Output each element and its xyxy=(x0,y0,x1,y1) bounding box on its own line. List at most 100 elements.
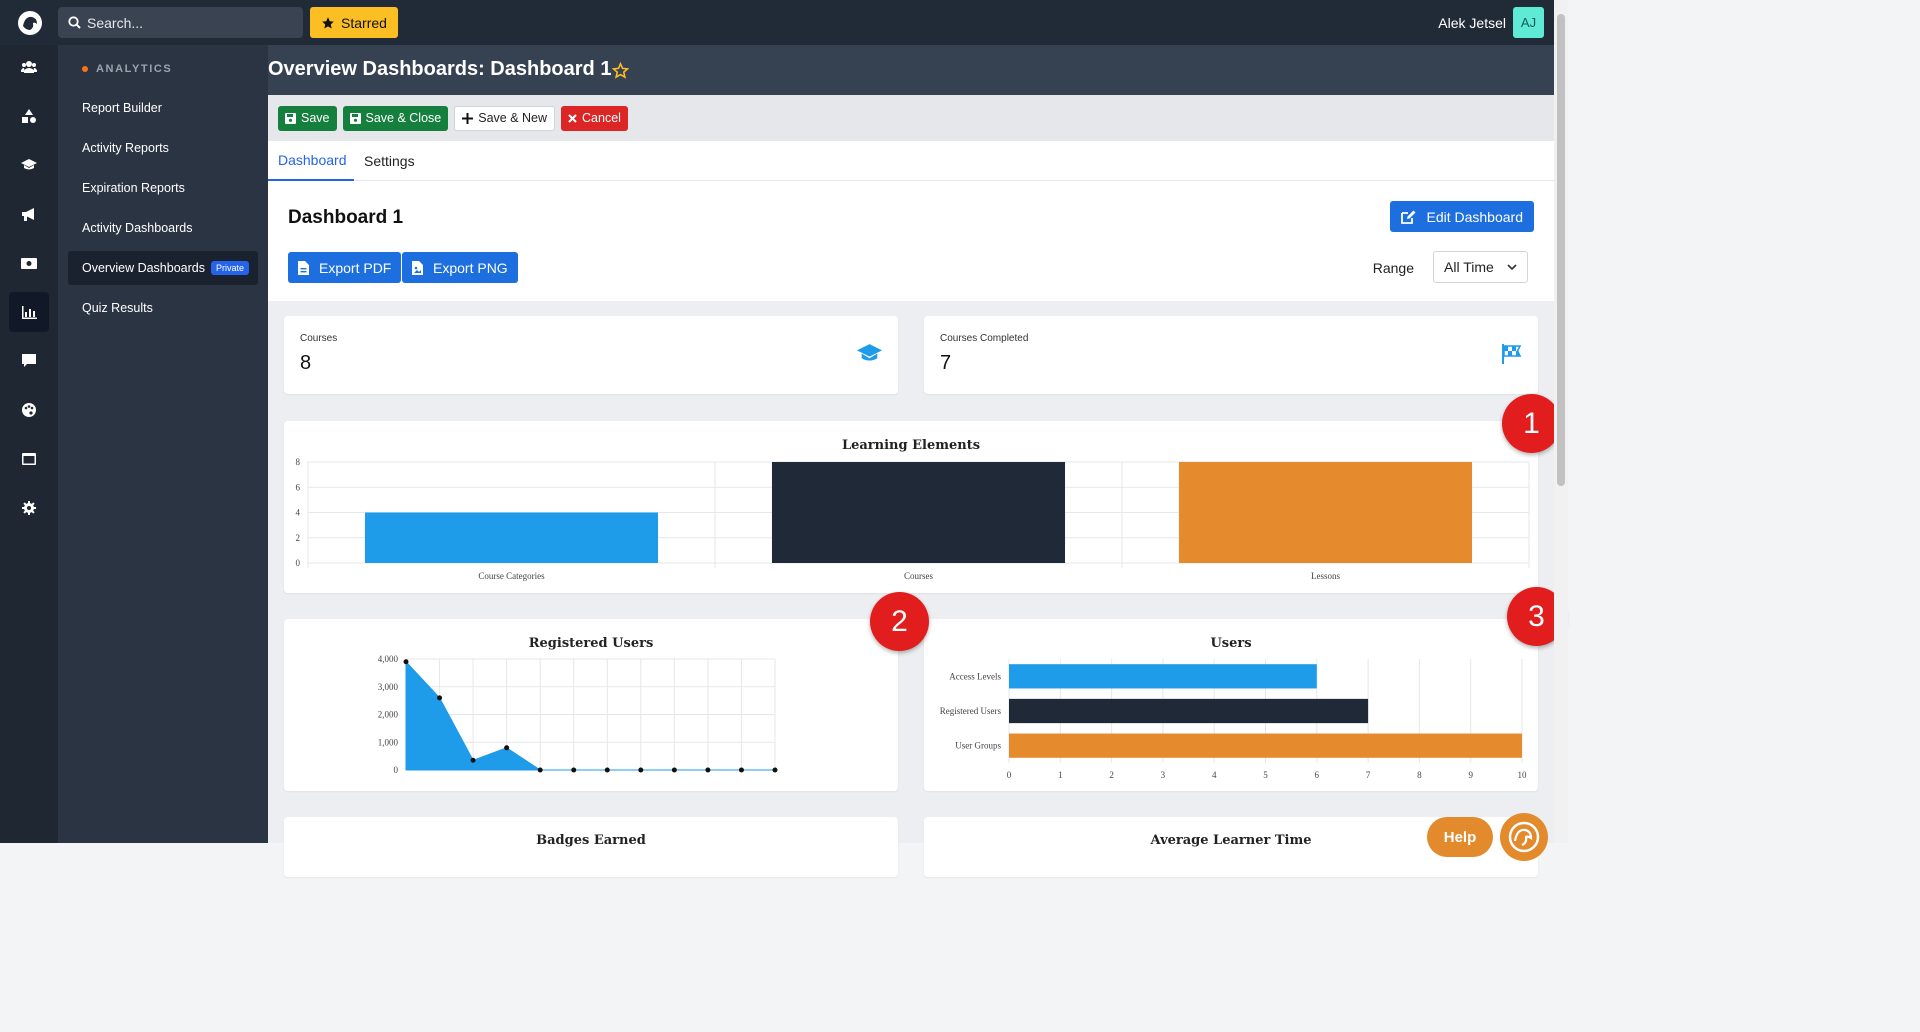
tab-bar: Dashboard Settings xyxy=(268,141,1554,181)
gear-icon[interactable] xyxy=(9,488,49,528)
data-point xyxy=(504,745,510,751)
page-title: Overview Dashboards: Dashboard 1 xyxy=(268,58,612,80)
data-point xyxy=(537,767,543,773)
sidebar-heading: ANALYTICS xyxy=(82,63,172,75)
export-png-label: Export PNG xyxy=(433,259,508,276)
favorite-star-icon[interactable] xyxy=(612,62,629,79)
search-icon xyxy=(68,16,81,29)
floppy-icon xyxy=(349,112,361,124)
sidebar-item-activity-reports[interactable]: Activity Reports xyxy=(68,131,258,165)
tab-dashboard[interactable]: Dashboard xyxy=(268,141,354,181)
sidebar-item-label: Expiration Reports xyxy=(82,181,185,195)
data-point xyxy=(403,659,409,665)
data-point xyxy=(470,757,476,763)
y-tick-label: 6 xyxy=(296,482,301,492)
money-icon[interactable] xyxy=(9,243,49,283)
tab-settings[interactable]: Settings xyxy=(354,141,425,181)
file-pdf-icon xyxy=(298,260,309,275)
save-close-button[interactable]: Save & Close xyxy=(342,105,449,131)
x-tick-label: 5 xyxy=(1263,770,1268,780)
y-tick-label: 1,000 xyxy=(378,737,399,747)
bar xyxy=(364,512,659,563)
x-tick-label: 0 xyxy=(1007,770,1012,780)
star-icon xyxy=(322,16,334,29)
cancel-button[interactable]: Cancel xyxy=(561,105,628,131)
chevron-down-icon xyxy=(1507,264,1517,271)
sidebar-item-report-builder[interactable]: Report Builder xyxy=(68,91,258,125)
palette-icon[interactable] xyxy=(9,390,49,430)
avatar[interactable]: AJ xyxy=(1513,7,1544,38)
dashboard-title: Dashboard 1 xyxy=(288,207,404,228)
search-placeholder: Search... xyxy=(87,14,144,31)
checkered-flag-icon xyxy=(1502,344,1522,364)
data-point xyxy=(705,767,711,773)
range-select[interactable]: All Time xyxy=(1433,251,1528,283)
sidebar-item-activity-dashboards[interactable]: Activity Dashboards xyxy=(68,211,258,245)
file-image-icon xyxy=(412,260,423,275)
sidebar-item-overview-dashboards[interactable]: Overview Dashboards Private xyxy=(68,251,258,285)
x-tick-label: 8 xyxy=(1417,770,1422,780)
y-tick-label: 4 xyxy=(296,508,301,518)
page-header: Overview Dashboards: Dashboard 1 xyxy=(268,45,1554,95)
floppy-icon xyxy=(285,112,296,124)
learning-elements-chart-card: Learning Elements 0 2 4 6 8 Course Categories C… xyxy=(284,421,1538,593)
window-icon[interactable] xyxy=(9,439,49,479)
registered-users-chart-card: Registered Users 0 1,000 2,000 3,000 4,000 xyxy=(284,619,898,791)
export-png-button[interactable]: Export PNG xyxy=(402,252,518,283)
search-input[interactable]: Search... xyxy=(58,7,303,38)
action-toolbar: Save Save & Close Save & New Cancel xyxy=(268,95,1554,141)
save-new-button[interactable]: Save & New xyxy=(454,105,556,131)
users-icon[interactable] xyxy=(9,47,49,87)
courses-stat-card: Courses 8 xyxy=(284,316,898,394)
series-area xyxy=(405,660,775,771)
export-pdf-label: Export PDF xyxy=(319,259,392,276)
graduation-cap-icon[interactable] xyxy=(9,145,49,185)
user-name[interactable]: Alek Jetsel xyxy=(1438,15,1506,31)
save-close-label: Save & Close xyxy=(365,111,442,125)
analytics-sidebar: ANALYTICS Report Builder Activity Report… xyxy=(58,45,268,843)
dashboard-header: Dashboard 1 Edit Dashboard Export PDF Ex… xyxy=(268,181,1554,301)
chart-title: Average Learner Time xyxy=(1150,833,1312,847)
page-scrollbar[interactable] xyxy=(1554,0,1568,843)
x-tick-label: 2 xyxy=(1109,770,1114,780)
x-tick-label: 6 xyxy=(1315,770,1320,780)
sidebar-item-quiz-results[interactable]: Quiz Results xyxy=(68,291,258,325)
users-chart: Users 0 1 2 3 4 5 6 7 8 9 10 Access Levels Registered… xyxy=(940,636,1527,780)
data-point xyxy=(437,695,443,701)
learning-elements-chart: Learning Elements 0 2 4 6 8 Course Categories C… xyxy=(296,438,1530,581)
chart-title: Users xyxy=(1210,636,1251,651)
edit-icon xyxy=(1401,210,1416,224)
range-label: Range xyxy=(1372,260,1414,276)
bar xyxy=(1178,462,1473,563)
sidebar-item-label: Activity Reports xyxy=(82,141,169,155)
cancel-label: Cancel xyxy=(582,111,621,125)
bar xyxy=(1009,698,1369,724)
y-tick-label: 0 xyxy=(394,765,399,775)
app-logo-icon[interactable] xyxy=(17,10,43,36)
x-tick-label: 9 xyxy=(1468,770,1473,780)
users-chart-card: Users 0 1 2 3 4 5 6 7 8 9 10 Access Levels Registered… xyxy=(924,619,1538,791)
save-label: Save xyxy=(301,111,330,125)
sidebar-item-expiration-reports[interactable]: Expiration Reports xyxy=(68,171,258,205)
sidebar-item-label: Overview Dashboards xyxy=(82,261,205,275)
starred-button[interactable]: Starred xyxy=(310,7,398,38)
data-point xyxy=(604,767,610,773)
save-button[interactable]: Save xyxy=(278,105,337,131)
chat-logo-icon[interactable] xyxy=(1500,813,1548,861)
analytics-chart-icon[interactable] xyxy=(9,292,49,332)
chart-title: Learning Elements xyxy=(842,438,980,453)
help-button[interactable]: Help xyxy=(1427,817,1493,857)
message-icon[interactable] xyxy=(9,341,49,381)
x-tick-label: 1 xyxy=(1058,770,1063,780)
y-tick-label: User Groups xyxy=(955,741,1001,751)
close-icon xyxy=(568,113,577,123)
shapes-icon[interactable] xyxy=(9,96,49,136)
megaphone-icon[interactable] xyxy=(9,194,49,234)
y-tick-label: 0 xyxy=(296,558,301,568)
export-pdf-button[interactable]: Export PDF xyxy=(288,252,402,283)
x-tick-label: 7 xyxy=(1366,770,1371,780)
graduation-cap-icon xyxy=(857,344,882,361)
scroll-thumb[interactable] xyxy=(1557,14,1565,486)
edit-dashboard-button[interactable]: Edit Dashboard xyxy=(1390,201,1534,232)
sidebar-heading-label: ANALYTICS xyxy=(96,63,173,75)
